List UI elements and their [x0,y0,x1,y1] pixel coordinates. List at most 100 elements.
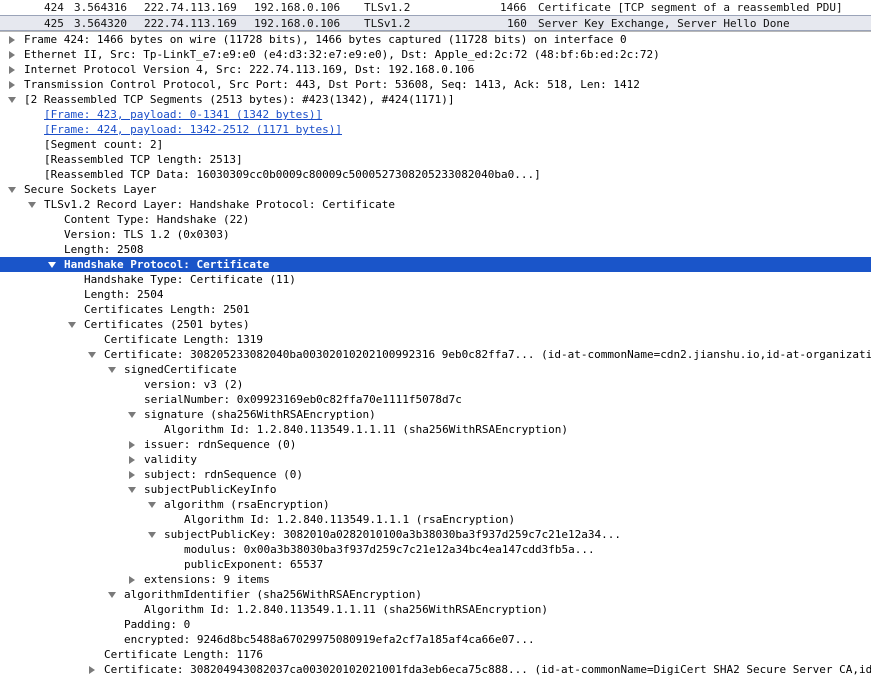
packet-source: 222.74.113.169 [144,1,237,14]
tree-row-label: [Segment count: 2] [44,138,164,151]
tree-row[interactable]: Handshake Protocol: Certificate [0,257,871,272]
tree-row[interactable]: Handshake Type: Certificate (11) [0,272,871,287]
tree-row-label: signedCertificate [124,363,237,376]
tree-row-label: encrypted: 9246d8bc5488a67029975080919ef… [124,633,535,646]
tree-row-label: Handshake Type: Certificate (11) [84,273,296,286]
tree-row-label: subject: rdnSequence (0) [144,468,303,481]
tree-row[interactable]: subject: rdnSequence (0) [0,467,871,482]
tree-row[interactable]: [Reassembled TCP length: 2513] [0,152,871,167]
tree-row[interactable]: Version: TLS 1.2 (0x0303) [0,227,871,242]
expand-triangle-icon[interactable] [9,81,15,89]
expand-triangle-icon[interactable] [129,456,135,464]
tree-row-label: issuer: rdnSequence (0) [144,438,297,451]
tree-row-label: subjectPublicKey: 3082010a0282010100a3b3… [164,528,621,541]
tree-row-label: TLSv1.2 Record Layer: Handshake Protocol… [44,198,395,211]
expand-triangle-icon[interactable] [9,66,15,74]
tree-row[interactable]: [Frame: 424, payload: 1342-2512 (1171 by… [0,122,871,137]
tree-row[interactable]: Ethernet II, Src: Tp-LinkT_e7:e9:e0 (e4:… [0,47,871,62]
tree-row[interactable]: version: v3 (2) [0,377,871,392]
tree-row-label: [Reassembled TCP length: 2513] [44,153,243,166]
tree-row[interactable]: [Reassembled TCP Data: 16030309cc0b0009c… [0,167,871,182]
tree-row-label: publicExponent: 65537 [184,558,324,571]
collapse-triangle-icon[interactable] [88,352,96,358]
packet-source: 222.74.113.169 [144,17,237,30]
collapse-triangle-icon[interactable] [148,532,156,538]
tree-row-label: Internet Protocol Version 4, Src: 222.74… [24,63,475,76]
tree-row[interactable]: Length: 2508 [0,242,871,257]
tree-row[interactable]: Frame 424: 1466 bytes on wire (11728 bit… [0,32,871,47]
tree-row-label: Certificate: 308204943082037ca0030201020… [104,663,871,676]
expand-triangle-icon[interactable] [9,51,15,59]
packet-destination: 192.168.0.106 [254,1,341,14]
packet-protocol: TLSv1.2 [364,1,411,14]
collapse-triangle-icon[interactable] [108,367,116,373]
expand-triangle-icon[interactable] [129,441,135,449]
tree-row-label: version: v3 (2) [144,378,244,391]
tree-row[interactable]: signature (sha256WithRSAEncryption) [0,407,871,422]
expand-triangle-icon[interactable] [129,576,135,584]
tree-row[interactable]: signedCertificate [0,362,871,377]
packet-destination: 192.168.0.106 [254,17,341,30]
tree-row-label: Secure Sockets Layer [24,183,157,196]
tree-row-label: Certificates Length: 2501 [84,303,250,316]
tree-row[interactable]: [Segment count: 2] [0,137,871,152]
expand-triangle-icon[interactable] [9,36,15,44]
tree-row[interactable]: subjectPublicKey: 3082010a0282010100a3b3… [0,527,871,542]
tree-row-label: Content Type: Handshake (22) [64,213,250,226]
tree-row[interactable]: Algorithm Id: 1.2.840.113549.1.1.11 (sha… [0,602,871,617]
tree-row-label: [Reassembled TCP Data: 16030309cc0b0009c… [44,168,541,181]
tree-row-label: Certificate Length: 1319 [104,333,263,346]
tree-row[interactable]: Certificate Length: 1319 [0,332,871,347]
tree-row-label: modulus: 0x00a3b38030ba3f937d259c7c21e12… [184,543,595,556]
tree-row[interactable]: Padding: 0 [0,617,871,632]
tree-row[interactable]: Certificates (2501 bytes) [0,317,871,332]
collapse-triangle-icon[interactable] [8,97,16,103]
collapse-triangle-icon[interactable] [8,187,16,193]
tree-row[interactable]: issuer: rdnSequence (0) [0,437,871,452]
tree-row[interactable]: Algorithm Id: 1.2.840.113549.1.1.1 (rsaE… [0,512,871,527]
tree-row[interactable]: Certificate Length: 1176 [0,647,871,662]
collapse-triangle-icon[interactable] [128,412,136,418]
tree-row[interactable]: [2 Reassembled TCP Segments (2513 bytes)… [0,92,871,107]
collapse-triangle-icon[interactable] [68,322,76,328]
tree-row[interactable]: [Frame: 423, payload: 0-1341 (1342 bytes… [0,107,871,122]
tree-row[interactable]: Algorithm Id: 1.2.840.113549.1.1.11 (sha… [0,422,871,437]
collapse-triangle-icon[interactable] [48,262,56,268]
tree-row-label: [2 Reassembled TCP Segments (2513 bytes)… [24,93,455,106]
collapse-triangle-icon[interactable] [108,592,116,598]
tree-row[interactable]: Certificate: 308204943082037ca0030201020… [0,662,871,677]
tree-row[interactable]: algorithmIdentifier (sha256WithRSAEncryp… [0,587,871,602]
tree-row[interactable]: TLSv1.2 Record Layer: Handshake Protocol… [0,197,871,212]
tree-row-label: Frame 424: 1466 bytes on wire (11728 bit… [24,33,627,46]
tree-row-label: Ethernet II, Src: Tp-LinkT_e7:e9:e0 (e4:… [24,48,660,61]
expand-triangle-icon[interactable] [89,666,95,674]
tree-row[interactable]: Internet Protocol Version 4, Src: 222.74… [0,62,871,77]
tree-row[interactable]: encrypted: 9246d8bc5488a67029975080919ef… [0,632,871,647]
tree-row[interactable]: modulus: 0x00a3b38030ba3f937d259c7c21e12… [0,542,871,557]
collapse-triangle-icon[interactable] [128,487,136,493]
packet-row[interactable]: 424 3.564316 222.74.113.169 192.168.0.10… [0,0,871,15]
tree-row[interactable]: Transmission Control Protocol, Src Port:… [0,77,871,92]
tree-row[interactable]: subjectPublicKeyInfo [0,482,871,497]
tree-row[interactable]: Content Type: Handshake (22) [0,212,871,227]
collapse-triangle-icon[interactable] [148,502,156,508]
tree-row[interactable]: Secure Sockets Layer [0,182,871,197]
tree-row-label: serialNumber: 0x09923169eb0c82ffa70e1111… [144,393,462,406]
tree-row[interactable]: serialNumber: 0x09923169eb0c82ffa70e1111… [0,392,871,407]
tree-row-label: Transmission Control Protocol, Src Port:… [24,78,640,91]
tree-row[interactable]: Certificates Length: 2501 [0,302,871,317]
tree-row[interactable]: algorithm (rsaEncryption) [0,497,871,512]
collapse-triangle-icon[interactable] [28,202,36,208]
tree-row[interactable]: Certificate: 308205233082040ba0030201020… [0,347,871,362]
tree-row[interactable]: publicExponent: 65537 [0,557,871,572]
tree-row-link[interactable]: [Frame: 424, payload: 1342-2512 (1171 by… [44,122,342,137]
tree-row-label: Algorithm Id: 1.2.840.113549.1.1.11 (sha… [144,603,548,616]
tree-row-link[interactable]: [Frame: 423, payload: 0-1341 (1342 bytes… [44,107,322,122]
tree-row-label: Certificate Length: 1176 [104,648,263,661]
packet-row-selected[interactable]: 425 3.564320 222.74.113.169 192.168.0.10… [0,15,871,31]
tree-row[interactable]: validity [0,452,871,467]
expand-triangle-icon[interactable] [129,471,135,479]
packet-number: 425 [44,17,64,30]
tree-row[interactable]: Length: 2504 [0,287,871,302]
tree-row[interactable]: extensions: 9 items [0,572,871,587]
